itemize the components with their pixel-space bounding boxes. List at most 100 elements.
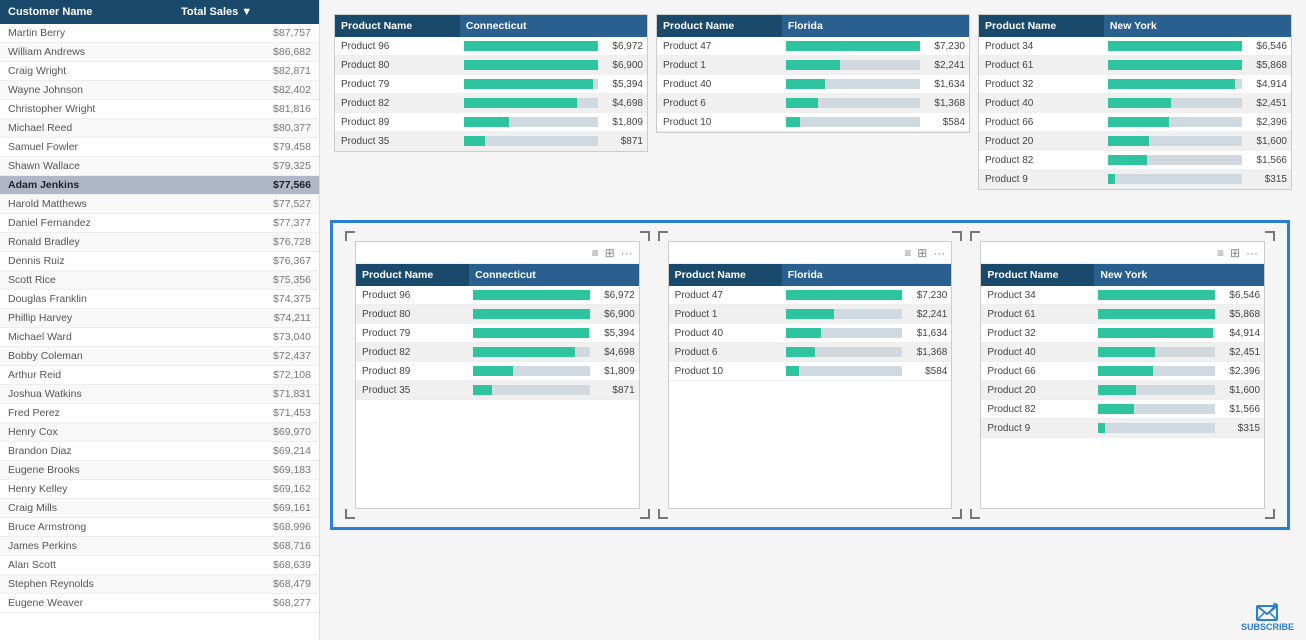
- product-bar-cell: $2,241: [782, 305, 952, 324]
- hamburger-icon[interactable]: ≡: [904, 246, 911, 260]
- customer-name-cell: Craig Wright: [0, 62, 173, 81]
- bar-fill: [473, 309, 590, 319]
- col1-header: Product Name: [335, 15, 460, 37]
- customer-row[interactable]: William Andrews$86,682: [0, 43, 319, 62]
- image-icon[interactable]: ⊞: [917, 246, 927, 260]
- bar-fill: [786, 309, 834, 319]
- customer-row[interactable]: Craig Wright$82,871: [0, 62, 319, 81]
- product-data-table: Product NameFloridaProduct 47$7,230Produ…: [669, 264, 952, 381]
- customer-sales-cell: $76,367: [173, 252, 319, 271]
- more-options-icon[interactable]: ···: [1246, 246, 1258, 260]
- customer-row[interactable]: Bruce Armstrong$68,996: [0, 518, 319, 537]
- bar-fill: [464, 41, 598, 51]
- subscribe-button[interactable]: SUBSCRIBE: [1241, 602, 1294, 632]
- more-options-icon[interactable]: ···: [621, 246, 633, 260]
- customer-name-cell: Alan Scott: [0, 556, 173, 575]
- product-value: $2,396: [1215, 366, 1260, 377]
- bar-background: [834, 309, 902, 319]
- product-name-cell: Product 82: [356, 343, 469, 362]
- customer-row[interactable]: Christopher Wright$81,816: [0, 100, 319, 119]
- product-row: Product 89$1,809: [335, 113, 647, 132]
- product-widget: Product NameNew YorkProduct 34$6,546Prod…: [976, 12, 1294, 208]
- customer-row[interactable]: Bobby Coleman$72,437: [0, 347, 319, 366]
- product-name-cell: Product 9: [981, 419, 1094, 438]
- product-bar-cell: $4,698: [460, 94, 647, 113]
- customer-row[interactable]: Harold Matthews$77,527: [0, 195, 319, 214]
- bar-background: [799, 366, 903, 376]
- bar-fill: [1108, 41, 1242, 51]
- bar-fill: [473, 347, 575, 357]
- customer-row[interactable]: Henry Cox$69,970: [0, 423, 319, 442]
- customer-table: Customer Name Total Sales ▼ Martin Berry…: [0, 0, 319, 613]
- customer-row[interactable]: Brandon Diaz$69,214: [0, 442, 319, 461]
- product-value: $2,451: [1242, 98, 1287, 109]
- product-data-table: Product NameConnecticutProduct 96$6,972P…: [335, 15, 647, 151]
- customer-row[interactable]: Wayne Johnson$82,402: [0, 81, 319, 100]
- bar-fill: [786, 60, 840, 70]
- product-name-cell: Product 40: [981, 343, 1094, 362]
- bar-background: [800, 117, 920, 127]
- customer-sales-cell: $80,377: [173, 119, 319, 138]
- customer-row[interactable]: James Perkins$68,716: [0, 537, 319, 556]
- hamburger-icon[interactable]: ≡: [592, 246, 599, 260]
- customer-row[interactable]: Adam Jenkins$77,566: [0, 176, 319, 195]
- product-bar-cell: $584: [782, 362, 952, 381]
- customer-row[interactable]: Joshua Watkins$71,831: [0, 385, 319, 404]
- corner-mark-br: [1265, 509, 1275, 519]
- customer-row[interactable]: Samuel Fowler$79,458: [0, 138, 319, 157]
- product-row: Product 9$315: [979, 170, 1291, 189]
- product-bar-cell: $1,368: [782, 343, 952, 362]
- customer-row[interactable]: Daniel Fernandez$77,377: [0, 214, 319, 233]
- bar-background: [1235, 79, 1242, 89]
- customer-name-cell: Bruce Armstrong: [0, 518, 173, 537]
- customer-row[interactable]: Eugene Brooks$69,183: [0, 461, 319, 480]
- customer-row[interactable]: Michael Reed$80,377: [0, 119, 319, 138]
- bar-background: [575, 347, 590, 357]
- customer-name-cell: Wayne Johnson: [0, 81, 173, 100]
- customer-row[interactable]: Dennis Ruiz$76,367: [0, 252, 319, 271]
- customer-row[interactable]: Shawn Wallace$79,325: [0, 157, 319, 176]
- col2-header: Florida: [782, 15, 969, 37]
- product-row: Product 80$6,900: [335, 56, 647, 75]
- total-sales-header: Total Sales ▼: [173, 0, 319, 24]
- customer-row[interactable]: Arthur Reid$72,108: [0, 366, 319, 385]
- product-name-cell: Product 40: [669, 324, 782, 343]
- bar-fill: [786, 79, 825, 89]
- product-bar-cell: $871: [469, 381, 639, 400]
- customer-name-cell: Phillip Harvey: [0, 309, 173, 328]
- customer-row[interactable]: Martin Berry$87,757: [0, 24, 319, 43]
- customer-row[interactable]: Eugene Weaver$68,277: [0, 594, 319, 613]
- corner-mark-br: [640, 509, 650, 519]
- bar-fill: [473, 366, 513, 376]
- customer-row[interactable]: Henry Kelley$69,162: [0, 480, 319, 499]
- hamburger-icon[interactable]: ≡: [1217, 246, 1224, 260]
- product-name-cell: Product 1: [669, 305, 782, 324]
- customer-row[interactable]: Douglas Franklin$74,375: [0, 290, 319, 309]
- customer-row[interactable]: Alan Scott$68,639: [0, 556, 319, 575]
- bar-background: [825, 79, 920, 89]
- customer-name-cell: Adam Jenkins: [0, 176, 173, 195]
- customer-row[interactable]: Ronald Bradley$76,728: [0, 233, 319, 252]
- product-value: $584: [920, 117, 965, 128]
- product-value: $1,634: [902, 328, 947, 339]
- customer-row[interactable]: Phillip Harvey$74,211: [0, 309, 319, 328]
- product-row: Product 89$1,809: [356, 362, 639, 381]
- col2-header: Connecticut: [469, 264, 639, 286]
- customer-row[interactable]: Scott Rice$75,356: [0, 271, 319, 290]
- customer-row[interactable]: Fred Perez$71,453: [0, 404, 319, 423]
- customer-name-cell: Fred Perez: [0, 404, 173, 423]
- customer-sales-cell: $72,437: [173, 347, 319, 366]
- image-icon[interactable]: ⊞: [605, 246, 615, 260]
- customer-row[interactable]: Stephen Reynolds$68,479: [0, 575, 319, 594]
- customer-sales-cell: $79,458: [173, 138, 319, 157]
- more-options-icon[interactable]: ···: [933, 246, 945, 260]
- product-name-cell: Product 79: [335, 75, 460, 94]
- bar-background: [1155, 347, 1215, 357]
- customer-name-cell: Christopher Wright: [0, 100, 173, 119]
- customer-row[interactable]: Craig Mills$69,161: [0, 499, 319, 518]
- product-bar-cell: $4,914: [1104, 75, 1291, 94]
- image-icon[interactable]: ⊞: [1230, 246, 1240, 260]
- customer-row[interactable]: Michael Ward$73,040: [0, 328, 319, 347]
- widget-inner: ≡ ⊞ ··· Product NameFloridaProduct 47$7,230…: [668, 241, 953, 509]
- product-row: Product 1$2,241: [669, 305, 952, 324]
